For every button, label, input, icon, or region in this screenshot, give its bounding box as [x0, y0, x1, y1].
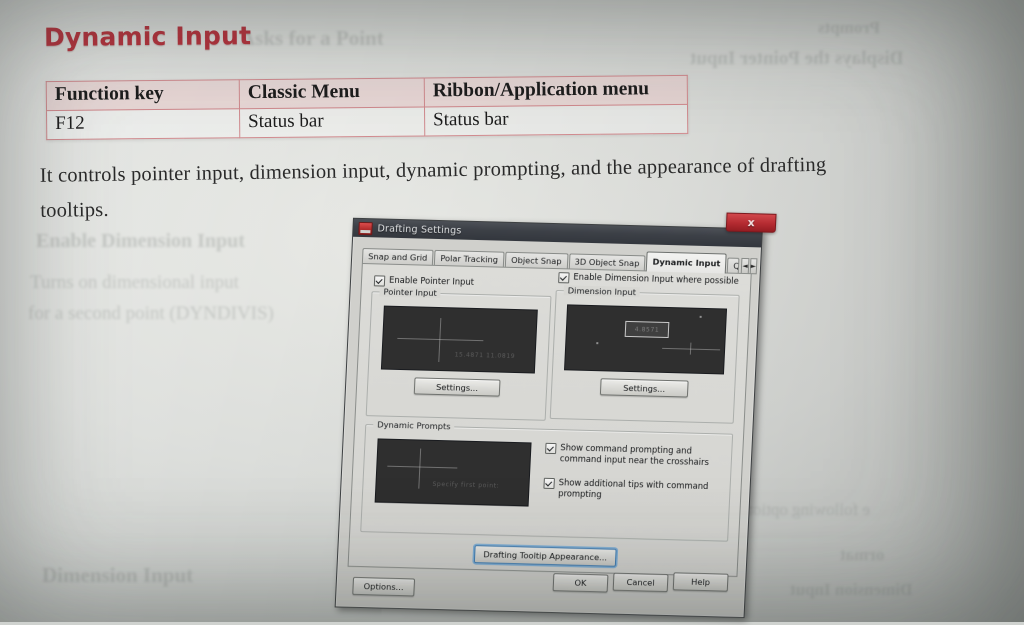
dimension-tooltip-box: 4.8571	[624, 320, 670, 339]
autocad-app-icon	[358, 221, 373, 235]
dynamic-prompts-group: Dynamic Prompts Specify first point: Sho…	[360, 419, 734, 542]
show-additional-tips-checkbox[interactable]: Show additional tips with command prompt…	[543, 477, 714, 502]
pointer-input-group: Pointer Input 15.4871 11.0819 Settings..…	[365, 286, 552, 421]
dynamic-input-tab-page: Enable Pointer Input Pointer Input 15.48…	[347, 262, 752, 577]
ok-button[interactable]: OK	[552, 573, 609, 593]
checkbox-checked-icon	[543, 477, 555, 489]
enable-dimension-input-label: Enable Dimension Input where possible	[573, 271, 739, 286]
show-additional-tips-label: Show additional tips with command prompt…	[558, 477, 709, 502]
drafting-settings-dialog-photo: Drafting Settings x Snap and Grid Polar …	[326, 200, 777, 625]
preview-point-dot	[596, 342, 598, 344]
dimension-input-group-label: Dimension Input	[563, 285, 641, 298]
enable-pointer-input-label: Enable Pointer Input	[388, 274, 475, 287]
options-button[interactable]: Options...	[352, 576, 416, 597]
table-header-cell: Classic Menu	[239, 77, 425, 109]
checkbox-checked-icon	[373, 274, 386, 287]
tab-scroll-left-icon[interactable]: ◄	[740, 257, 750, 275]
dimension-input-preview: 4.8571	[563, 304, 728, 375]
pointer-preview-coordinates: 15.4871 11.0819	[454, 351, 516, 361]
drafting-settings-dialog: Drafting Settings x Snap and Grid Polar …	[334, 212, 777, 619]
paragraph-line-1: It controls pointer input, dimension inp…	[39, 153, 827, 187]
show-command-prompting-label: Show command prompting and command input…	[560, 442, 710, 467]
pointer-input-group-label: Pointer Input	[379, 286, 442, 299]
pointer-input-preview: 15.4871 11.0819	[380, 305, 538, 374]
dialog-title: Drafting Settings	[377, 222, 462, 237]
dynamic-prompt-preview-text: Specify first point:	[432, 480, 500, 490]
checkbox-checked-icon	[558, 271, 570, 283]
tab-dynamic-input[interactable]: Dynamic Input	[646, 251, 727, 274]
dimension-input-group: Dimension Input 4.8571 Settings...	[549, 285, 740, 424]
preview-point-dot	[699, 315, 702, 318]
drafting-tooltip-appearance-button[interactable]: Drafting Tooltip Appearance...	[473, 545, 617, 567]
table-cell: Status bar	[424, 104, 688, 136]
dimension-preview-value: 4.8571	[634, 325, 660, 334]
show-command-prompting-checkbox[interactable]: Show command prompting and command input…	[545, 442, 716, 467]
table-row: F12 Status bar Status bar	[46, 104, 688, 140]
table-cell: F12	[46, 108, 240, 140]
checkbox-checked-icon	[545, 442, 557, 454]
dialog-titlebar[interactable]: Drafting Settings	[353, 218, 762, 248]
table-header-cell: Ribbon/Application menu	[424, 75, 688, 107]
table-cell: Status bar	[239, 106, 425, 138]
help-button[interactable]: Help	[672, 572, 729, 592]
cancel-button[interactable]: Cancel	[612, 572, 669, 593]
close-icon[interactable]: x	[725, 212, 777, 233]
show-additional-tips-line-2: prompting	[557, 487, 602, 499]
page-title: Dynamic Input	[43, 21, 252, 52]
tab-quick-properties[interactable]: Quick Properties	[726, 257, 740, 274]
table-header-cell: Function key	[46, 79, 240, 111]
crosshair-horizontal-icon	[387, 465, 458, 469]
dynamic-prompts-preview: Specify first point:	[374, 438, 532, 507]
dynamic-prompts-group-label: Dynamic Prompts	[373, 419, 455, 432]
tab-scroll-right-icon[interactable]: ►	[749, 258, 758, 275]
crosshair-vertical-icon	[418, 448, 422, 489]
pointer-input-settings-button[interactable]: Settings...	[413, 377, 501, 397]
dimension-input-settings-button[interactable]: Settings...	[599, 378, 689, 398]
function-key-table: Function key Classic Menu Ribbon/Applica…	[46, 75, 689, 140]
